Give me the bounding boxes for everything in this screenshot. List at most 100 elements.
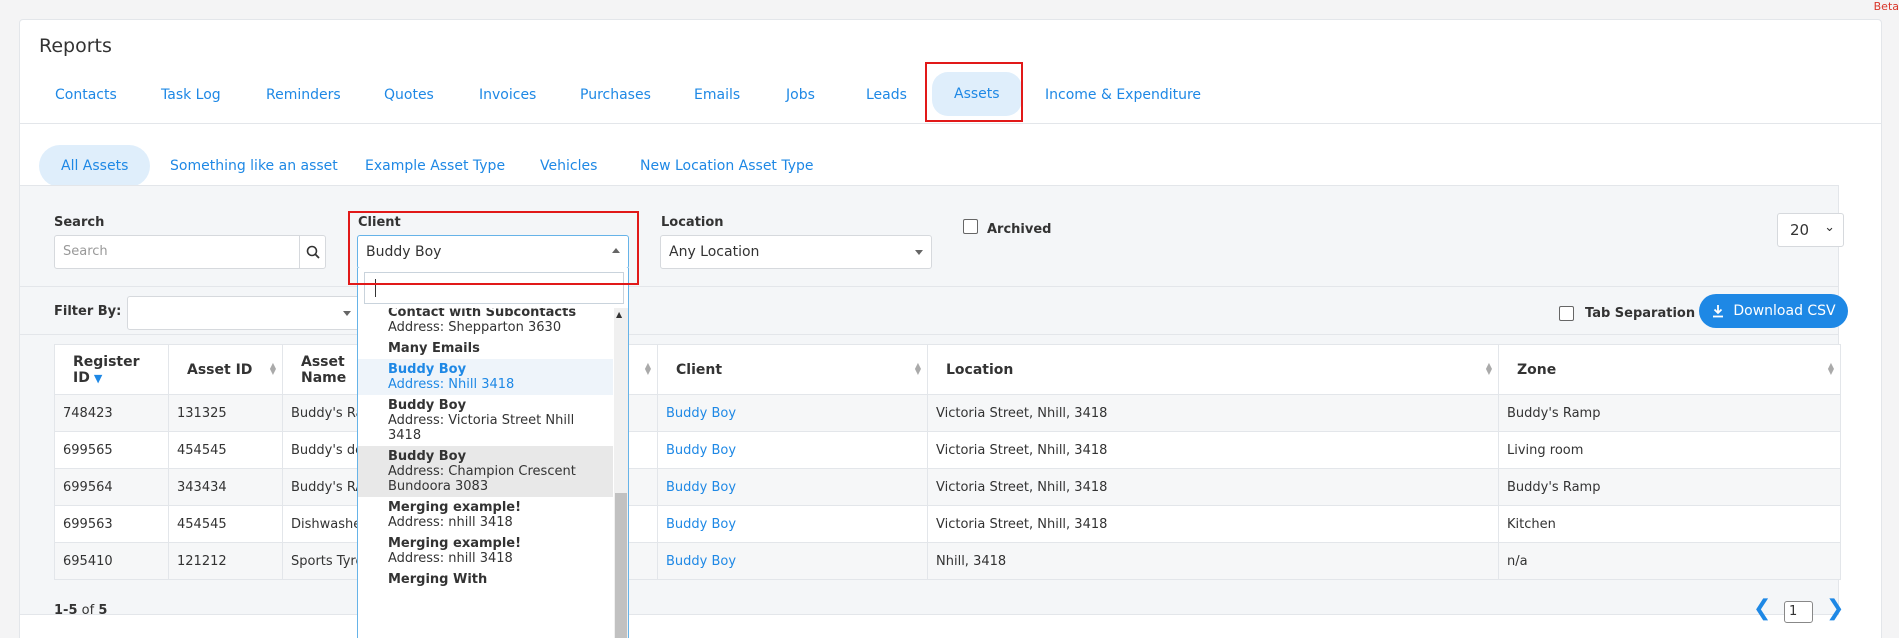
client-link[interactable]: Buddy Boy	[657, 505, 928, 543]
zone-cell: Buddy's Ramp	[1498, 468, 1841, 506]
previous-page-icon[interactable]: ❮	[1753, 596, 1771, 621]
beta-label: Beta	[1873, 0, 1899, 13]
scroll-up-icon[interactable]: ▲	[616, 310, 622, 319]
search-button[interactable]	[299, 236, 326, 268]
chevron-down-icon: ⌄	[1824, 220, 1835, 235]
column-header-register-id[interactable]: Register ID ▼	[54, 344, 169, 395]
client-select-value: Buddy Boy	[366, 244, 442, 260]
subtab-example-asset-type[interactable]: Example Asset Type	[365, 145, 505, 187]
subtab-vehicles[interactable]: Vehicles	[540, 145, 597, 187]
sort-icon: ▲ ▼	[269, 361, 276, 376]
client-option[interactable]: Many Emails	[358, 338, 613, 359]
client-link[interactable]: Buddy Boy	[657, 468, 928, 506]
filter-divider	[19, 286, 1839, 287]
download-csv-button[interactable]: Download CSV	[1699, 294, 1848, 328]
register-id-cell: 748423	[54, 394, 169, 432]
record-count: 1-5 of 5	[54, 603, 108, 618]
tab-invoices[interactable]: Invoices	[479, 80, 536, 110]
client-option[interactable]: Buddy Boy Address: Nhill 3418	[358, 359, 613, 395]
subtab-new-location-asset-type[interactable]: New Location Asset Type	[640, 145, 814, 187]
subtab-all-assets[interactable]: All Assets	[39, 145, 151, 187]
search-icon	[306, 245, 320, 259]
tab-leads[interactable]: Leads	[866, 80, 907, 110]
client-option[interactable]: Merging example! Address: nhill 3418	[358, 497, 613, 533]
register-id-cell: 699564	[54, 468, 169, 506]
register-id-cell: 695410	[54, 542, 169, 580]
asset-id-cell: 454545	[168, 431, 283, 469]
next-page-icon[interactable]: ❯	[1826, 596, 1844, 621]
sort-desc-icon: ▼	[93, 371, 103, 385]
table-row: 695410 121212 Sports Tyre Buddy Boy Nhil…	[54, 542, 1841, 580]
assets-table: Register ID ▼ Asset ID ▲ ▼ Asset Name ▲ ▼ C…	[54, 344, 1841, 580]
client-link[interactable]: Buddy Boy	[657, 542, 928, 580]
page-title: Reports	[39, 35, 112, 57]
caret-down-icon	[343, 311, 351, 316]
download-csv-label: Download CSV	[1733, 303, 1836, 319]
client-option[interactable]: Buddy Boy Address: Victoria Street Nhill…	[358, 395, 613, 446]
zone-cell: Living room	[1498, 431, 1841, 469]
page-select[interactable]: 1	[1784, 601, 1813, 623]
location-label: Location	[661, 215, 724, 230]
download-icon	[1713, 305, 1724, 318]
per-page-select[interactable]: 20 ⌄	[1777, 213, 1844, 247]
table-row: 699565 454545 Buddy's de Buddy Boy Victo…	[54, 431, 1841, 469]
register-id-cell: 699565	[54, 431, 169, 469]
tab-quotes[interactable]: Quotes	[384, 80, 434, 110]
client-options-list: Contact with Subcontacts Address: Sheppa…	[358, 308, 613, 638]
tab-emails[interactable]: Emails	[694, 80, 740, 110]
asset-id-cell: 121212	[168, 542, 283, 580]
caret-down-icon	[915, 250, 923, 255]
tab-task-log[interactable]: Task Log	[161, 80, 221, 110]
subtab-something-like-an-asset[interactable]: Something like an asset	[170, 145, 338, 187]
zone-cell: Kitchen	[1498, 505, 1841, 543]
tab-contacts[interactable]: Contacts	[55, 80, 117, 110]
client-select[interactable]: Buddy Boy	[357, 235, 629, 269]
filter-by-select[interactable]	[127, 296, 360, 330]
location-cell: Victoria Street, Nhill, 3418	[927, 394, 1499, 432]
tab-reminders[interactable]: Reminders	[266, 80, 341, 110]
tab-income-expenditure[interactable]: Income & Expenditure	[1045, 80, 1201, 110]
location-cell: Victoria Street, Nhill, 3418	[927, 468, 1499, 506]
search-placeholder: Search	[63, 244, 108, 259]
location-cell: Nhill, 3418	[927, 542, 1499, 580]
client-link[interactable]: Buddy Boy	[657, 394, 928, 432]
client-option[interactable]: Merging With	[358, 569, 613, 590]
client-dropdown-search-input[interactable]	[364, 272, 624, 304]
tab-separation-checkbox[interactable]	[1559, 306, 1574, 321]
filter-divider	[19, 334, 1839, 335]
client-dropdown: Contact with Subcontacts Address: Sheppa…	[357, 268, 629, 638]
archived-checkbox[interactable]	[963, 219, 978, 234]
caret-up-icon	[612, 248, 620, 253]
column-header-location[interactable]: Location ▲ ▼	[927, 344, 1499, 395]
dropdown-scrollbar[interactable]: ▲	[614, 308, 628, 638]
asset-id-cell: 343434	[168, 468, 283, 506]
text-cursor	[375, 279, 376, 297]
column-header-asset-id[interactable]: Asset ID ▲ ▼	[168, 344, 283, 395]
tab-jobs[interactable]: Jobs	[786, 80, 815, 110]
location-select[interactable]: Any Location	[660, 235, 932, 269]
sort-icon: ▲ ▼	[644, 361, 651, 376]
client-option[interactable]: Merging example! Address: nhill 3418	[358, 533, 613, 569]
register-id-cell: 699563	[54, 505, 169, 543]
location-cell: Victoria Street, Nhill, 3418	[927, 431, 1499, 469]
sort-icon: ▲ ▼	[914, 361, 921, 376]
scrollbar-thumb[interactable]	[615, 493, 627, 638]
client-link[interactable]: Buddy Boy	[657, 431, 928, 469]
tab-assets[interactable]: Assets	[932, 72, 1022, 116]
tab-separation-label: Tab Separation	[1585, 306, 1696, 321]
column-header-client[interactable]: Client ▲ ▼	[657, 344, 928, 395]
asset-id-cell: 454545	[168, 505, 283, 543]
client-option-selected[interactable]: Buddy Boy Address: Champion Crescent Bun…	[358, 446, 613, 497]
filter-by-label: Filter By:	[54, 304, 122, 319]
zone-cell: Buddy's Ramp	[1498, 394, 1841, 432]
archived-label: Archived	[987, 222, 1052, 237]
tab-purchases[interactable]: Purchases	[580, 80, 651, 110]
client-option[interactable]: Contact with Subcontacts Address: Sheppa…	[358, 308, 613, 338]
column-header-zone[interactable]: Zone ▲ ▼	[1498, 344, 1841, 395]
table-row: 699564 343434 Buddy's RA Buddy Boy Victo…	[54, 468, 1841, 506]
search-input[interactable]: Search	[54, 235, 326, 269]
table-row: 748423 131325 Buddy's Ra Buddy Boy Victo…	[54, 394, 1841, 432]
client-label: Client	[358, 215, 401, 230]
location-cell: Victoria Street, Nhill, 3418	[927, 505, 1499, 543]
per-page-value: 20	[1790, 221, 1810, 239]
